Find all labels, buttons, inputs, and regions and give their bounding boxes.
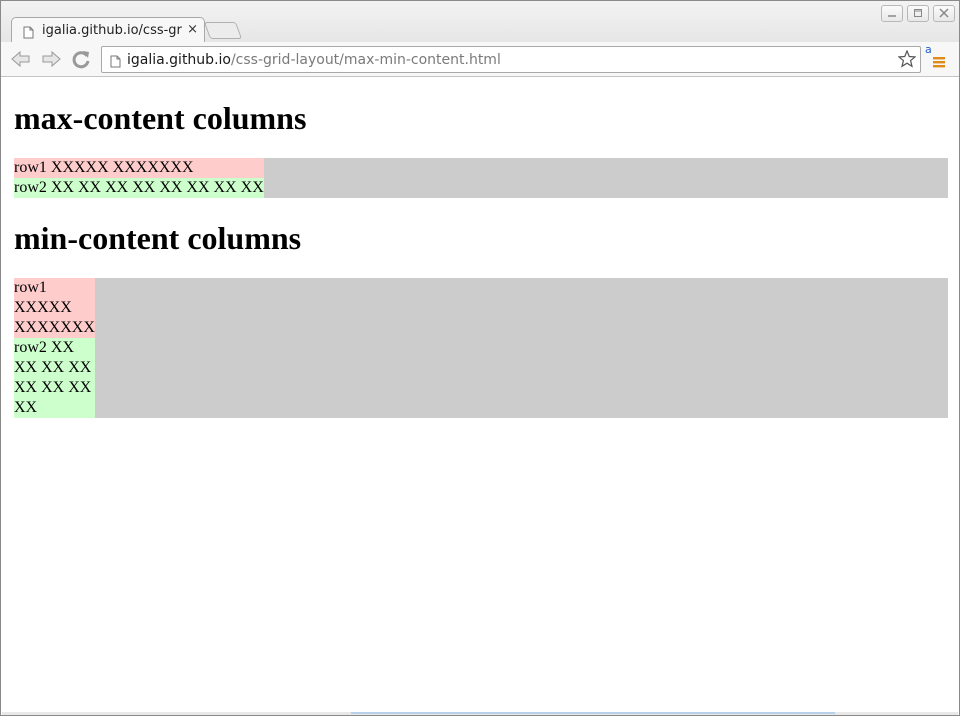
grid-cell-row2: row2 XX XX XX XX XX XX XX XX [14,338,95,418]
maximize-icon[interactable] [907,5,929,22]
section-heading-min-content: min-content columns [14,220,302,256]
menu-icon[interactable]: a [925,43,949,72]
close-icon[interactable] [933,5,955,22]
minimize-icon[interactable] [881,5,903,22]
url-host: igalia.github.io [127,52,231,68]
page-icon [23,24,34,43]
page-content: max-content columns row1 XXXXX XXXXXXX r… [2,77,958,713]
scrollbar-thumb[interactable] [351,712,835,714]
toolbar: igalia.github.io/css-grid-layout/max-min… [1,42,959,77]
title-bar: igalia.github.io/css-grid-layout/max-min… [1,1,959,43]
browser-window: igalia.github.io/css-grid-layout/max-min… [0,0,960,716]
tab-close-icon[interactable]: × [187,23,198,37]
forward-icon[interactable] [39,48,63,70]
new-tab-button[interactable] [203,22,243,39]
tab-active[interactable]: igalia.github.io/css-grid-layout/max-min… [11,17,205,43]
back-icon[interactable] [9,48,33,70]
max-content-grid: row1 XXXXX XXXXXXX row2 XX XX XX XX XX X… [14,158,948,198]
address-bar[interactable]: igalia.github.io/css-grid-layout/max-min… [101,46,921,73]
tab-title: igalia.github.io/css-grid-layout/max-min… [42,23,182,38]
grid-cell-row1: row1 XXXXX XXXXXXX [14,278,95,338]
star-icon[interactable] [897,49,917,72]
section-heading-max-content: max-content columns [14,100,307,136]
reload-icon[interactable] [69,48,93,70]
grid-cell-row2: row2 XX XX XX XX XX XX XX XX [14,178,264,198]
page-icon [110,53,121,72]
url-path: /css-grid-layout/max-min-content.html [230,52,501,68]
grid-cell-row1: row1 XXXXX XXXXXXX [14,158,264,178]
min-content-grid: row1 XXXXX XXXXXXX row2 XX XX XX XX XX X… [14,278,948,418]
window-controls [881,5,955,22]
url-text[interactable]: igalia.github.io/css-grid-layout/max-min… [127,52,501,68]
